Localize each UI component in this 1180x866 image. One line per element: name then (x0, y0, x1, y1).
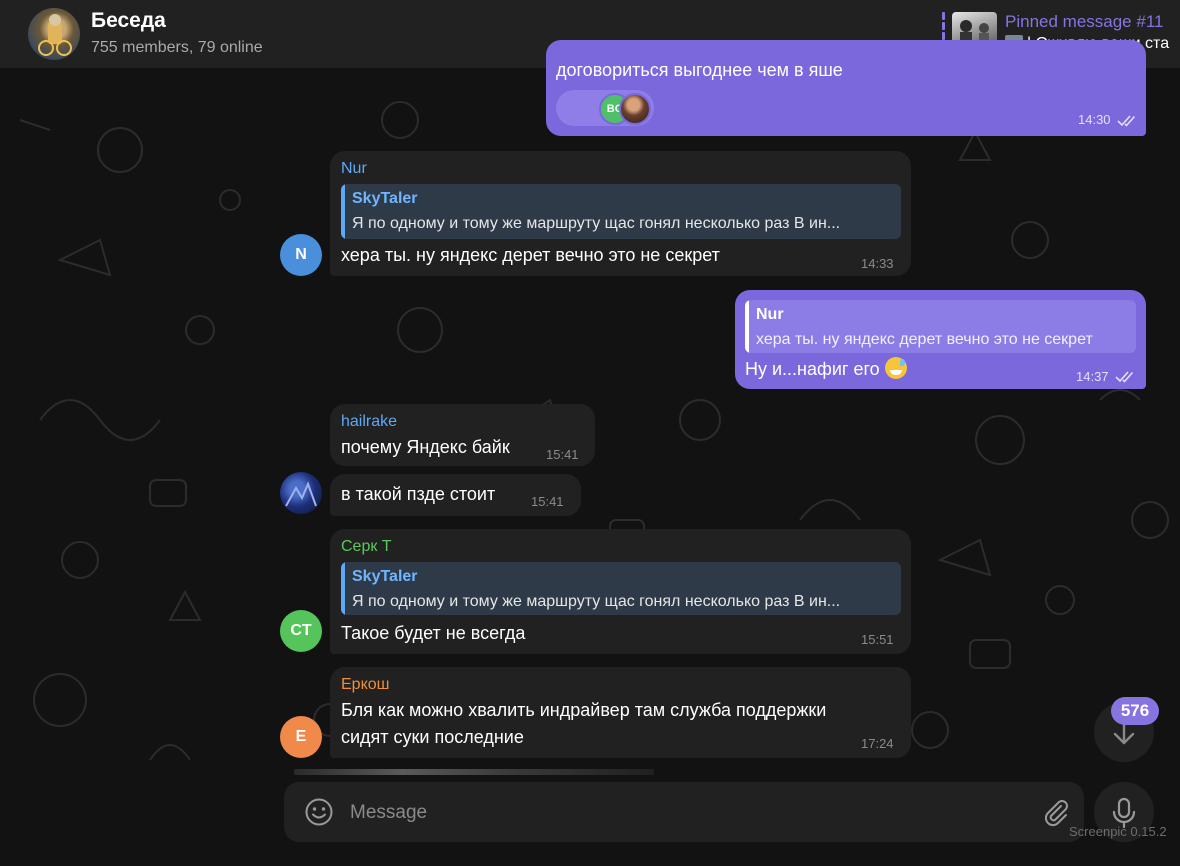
avatar[interactable]: N (280, 234, 322, 276)
message-text: почему Яндекс байк (341, 437, 510, 457)
reply-quote[interactable]: SkyTaler Я по одному и тому же маршруту … (341, 562, 901, 615)
pinned-message-title[interactable]: Pinned message #11 (1005, 12, 1163, 32)
reply-quote[interactable]: SkyTaler Я по одному и тому же маршруту … (341, 184, 901, 239)
avatar[interactable] (280, 472, 322, 514)
message-time: 14:30 (1078, 112, 1111, 127)
reaction-avatar-photo (619, 93, 651, 125)
sender-name[interactable]: Серк Т (341, 538, 392, 556)
reply-text: Я по одному и тому же маршруту щас гонял… (352, 215, 841, 232)
message-bubble-incoming[interactable]: Еркош Бля как можно хвалить индрайвер та… (330, 667, 911, 758)
reply-quote[interactable]: Nur хера ты. ну яндекс дерет вечно это н… (745, 300, 1136, 353)
message-text: Ну и...нафиг его (745, 356, 907, 382)
sender-name[interactable]: Еркош (341, 676, 389, 694)
double-check-icon (1117, 115, 1136, 127)
message-time: 14:37 (1076, 369, 1109, 384)
grinning-sweat-emoji-icon (884, 357, 907, 379)
message-time: 17:24 (861, 736, 894, 751)
emoji-icon[interactable] (304, 797, 334, 827)
message-input[interactable] (348, 797, 1032, 829)
message-bubble-incoming[interactable]: в такой пзде стоит 15:41 (330, 474, 581, 516)
next-message-preview-cutoff (294, 769, 654, 775)
sender-name[interactable]: hailrake (341, 413, 397, 431)
message-text-line: Бля как можно хвалить индрайвер там служ… (341, 700, 827, 720)
avatar[interactable]: E (280, 716, 322, 758)
message-bubble-incoming[interactable]: Nur SkyTaler Я по одному и тому же маршр… (330, 151, 911, 276)
chat-avatar[interactable] (28, 8, 80, 60)
message-text: хера ты. ну яндекс дерет вечно это не се… (341, 245, 720, 265)
chat-title: Беседа (91, 9, 166, 32)
attach-icon[interactable] (1040, 797, 1070, 827)
message-bubble-incoming[interactable]: hailrake почему Яндекс байк 15:41 (330, 404, 595, 466)
reply-text: хера ты. ну яндекс дерет вечно это не се… (756, 331, 1093, 348)
message-time: 15:51 (861, 632, 894, 647)
double-check-icon (1115, 371, 1134, 383)
chat-members-status: 755 members, 79 online (91, 39, 263, 56)
reply-author: SkyTaler (352, 568, 418, 585)
message-text: в такой пзде стоит (341, 484, 496, 504)
message-time: 15:41 (546, 447, 579, 462)
reply-author: SkyTaler (352, 190, 418, 207)
reply-text: Я по одному и тому же маршруту щас гонял… (352, 593, 841, 610)
avatar[interactable]: CT (280, 610, 322, 652)
message-bubble-incoming[interactable]: Серк Т SkyTaler Я по одному и тому же ма… (330, 529, 911, 654)
message-bubble-outgoing[interactable]: Nur хера ты. ну яндекс дерет вечно это н… (735, 290, 1146, 389)
unread-count-badge: 576 (1111, 697, 1159, 725)
message-text: Такое будет не всегда (341, 623, 526, 643)
message-time: 15:41 (531, 494, 564, 509)
message-text: договориться выгоднее чем в яше (556, 60, 843, 80)
message-time: 14:33 (861, 256, 894, 271)
message-text-line: сидят суки последние (341, 727, 524, 747)
reply-author: Nur (756, 306, 784, 323)
watermark: Screenpic 0.15.2 (1069, 824, 1167, 839)
avatar-image (285, 481, 317, 507)
sender-name[interactable]: Nur (341, 160, 367, 178)
